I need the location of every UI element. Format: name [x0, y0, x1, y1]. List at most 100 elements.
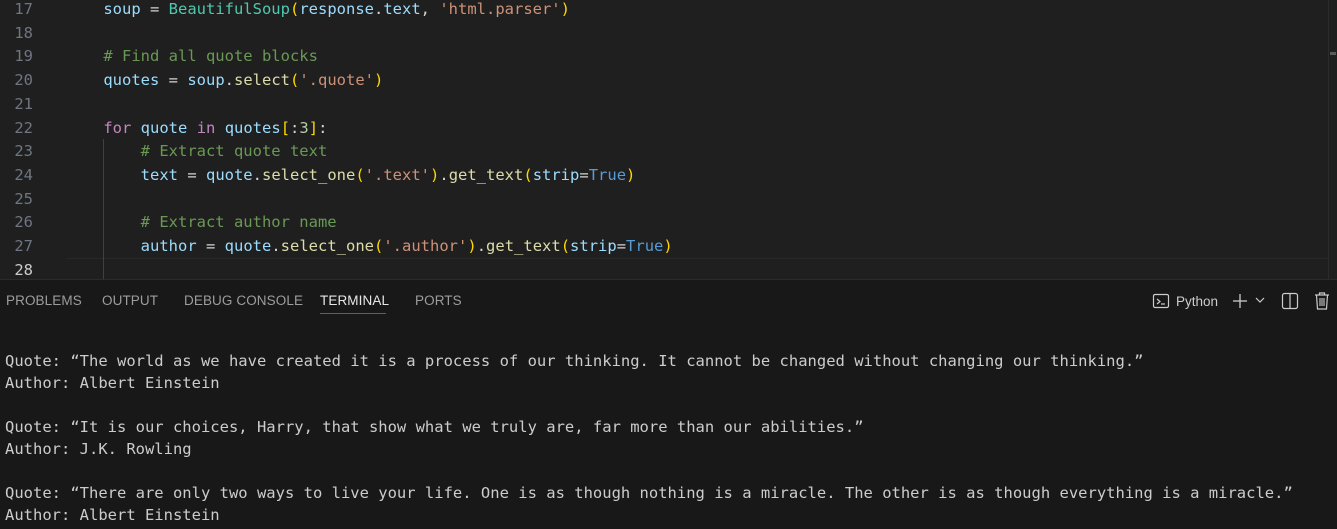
code-token: True: [626, 237, 664, 255]
code-line: 22 for quote in quotes[:3]:: [0, 117, 1337, 141]
line-code: # Find all quote blocks: [66, 45, 318, 69]
code-token: .: [252, 165, 262, 184]
code-token: ): [467, 237, 477, 255]
code-token: in: [196, 118, 216, 137]
code-token: for: [103, 118, 132, 137]
code-line: 27 author = quote.select_one('.author').…: [0, 235, 1337, 259]
code-token: # Extract author name: [140, 213, 337, 232]
code-token: quote: [140, 118, 188, 137]
split-terminal-icon[interactable]: [1281, 292, 1299, 316]
code-token: quote: [224, 237, 272, 255]
line-number: 27: [14, 237, 33, 255]
line-code: # Extract quote text: [66, 140, 328, 164]
terminal-icon[interactable]: [1152, 292, 1170, 316]
terminal-line: Quote: “It is our choices, Harry, that s…: [5, 418, 864, 436]
code-token: (: [523, 165, 533, 184]
code-token: (: [355, 165, 365, 184]
code-token: select_one: [280, 237, 374, 255]
code-line: 23 # Extract quote text: [0, 140, 1337, 164]
code-token: # Extract quote text: [140, 142, 328, 161]
code-token: ): [374, 71, 384, 90]
panel-tabs: PROBLEMS OUTPUT DEBUG CONSOLE TERMINAL P…: [0, 280, 1337, 322]
code-token: strip: [532, 165, 580, 184]
code-token: author: [140, 237, 197, 255]
line-code: author = quote.select_one('.author').get…: [66, 235, 673, 259]
code-line: 26 # Extract author name: [0, 211, 1337, 235]
line-number: 25: [14, 189, 33, 208]
terminal-line: Quote: “There are only two ways to live …: [5, 484, 1293, 502]
code-editor[interactable]: 17 soup = BeautifulSoup(response.text, '…: [0, 0, 1337, 279]
code-token: text: [383, 0, 421, 18]
code-token: =: [579, 165, 589, 184]
code-token: .: [373, 0, 384, 18]
code-line: 28: [0, 259, 1337, 279]
code-token: (: [374, 237, 384, 255]
terminal-output[interactable]: Quote: “The world as we have created it …: [5, 350, 1325, 526]
code-token: (: [289, 0, 300, 18]
terminal-name[interactable]: Python: [1176, 294, 1218, 309]
code-line: 25: [0, 188, 1337, 212]
terminal-line: Quote: “The world as we have created it …: [5, 352, 1144, 370]
tab-output[interactable]: OUTPUT: [102, 293, 158, 308]
code-token: strip: [570, 237, 617, 255]
code-token: .: [476, 237, 487, 255]
code-token: quotes: [224, 118, 281, 137]
code-token: .: [271, 237, 281, 255]
scrollbar-marker: [1330, 52, 1336, 55]
code-token: .: [224, 71, 234, 90]
line-code: # Extract author name: [66, 211, 337, 235]
code-token: '.text': [364, 165, 430, 184]
code-token: '.quote': [299, 71, 374, 90]
code-token: (: [290, 71, 300, 90]
code-token: select: [234, 71, 290, 90]
code-token: select_one: [262, 165, 356, 184]
active-tab-indicator: [320, 313, 386, 314]
code-token: 3: [299, 118, 309, 137]
trash-icon[interactable]: [1313, 291, 1331, 315]
terminal-line: Author: J.K. Rowling: [5, 440, 192, 458]
line-code: quotes = soup.select('.quote'): [66, 69, 383, 93]
code-line: 18: [0, 22, 1337, 46]
line-code: text = quote.select_one('.text').get_tex…: [66, 164, 636, 188]
code-line: 17 soup = BeautifulSoup(response.text, '…: [0, 0, 1337, 22]
code-token: ): [663, 237, 673, 255]
code-token: 'html.parser': [439, 0, 561, 18]
tab-ports[interactable]: PORTS: [415, 293, 462, 308]
tab-terminal[interactable]: TERMINAL: [320, 293, 389, 308]
vscode-window: 17 soup = BeautifulSoup(response.text, '…: [0, 0, 1337, 529]
code-token: =: [140, 0, 169, 18]
line-code: soup = BeautifulSoup(response.text, 'htm…: [66, 0, 570, 22]
code-token: :: [318, 118, 328, 137]
code-token: =: [159, 71, 188, 90]
editor-scrollbar[interactable]: [1328, 0, 1337, 279]
terminal-line: Author: Albert Einstein: [5, 374, 220, 392]
code-token: response: [299, 0, 374, 18]
code-token: text: [140, 165, 178, 184]
chevron-down-icon[interactable]: [1254, 294, 1266, 318]
line-number: 28: [14, 260, 33, 279]
terminal-line: Author: Albert Einstein: [5, 506, 220, 524]
code-token: soup: [103, 0, 141, 18]
tab-problems[interactable]: PROBLEMS: [6, 293, 82, 308]
code-token: ): [560, 0, 570, 18]
plus-icon[interactable]: [1231, 292, 1249, 316]
line-code: for quote in quotes[:3]:: [66, 117, 327, 141]
code-token: quotes: [103, 71, 160, 90]
code-token: .: [439, 165, 449, 184]
code-token: =: [196, 237, 225, 255]
tab-debug-console[interactable]: DEBUG CONSOLE: [184, 293, 303, 308]
line-number: 21: [14, 94, 33, 113]
code-token: get_text: [486, 237, 561, 255]
code-token: :: [290, 118, 300, 137]
line-number: 24: [14, 165, 33, 184]
code-token: ]: [308, 118, 319, 137]
